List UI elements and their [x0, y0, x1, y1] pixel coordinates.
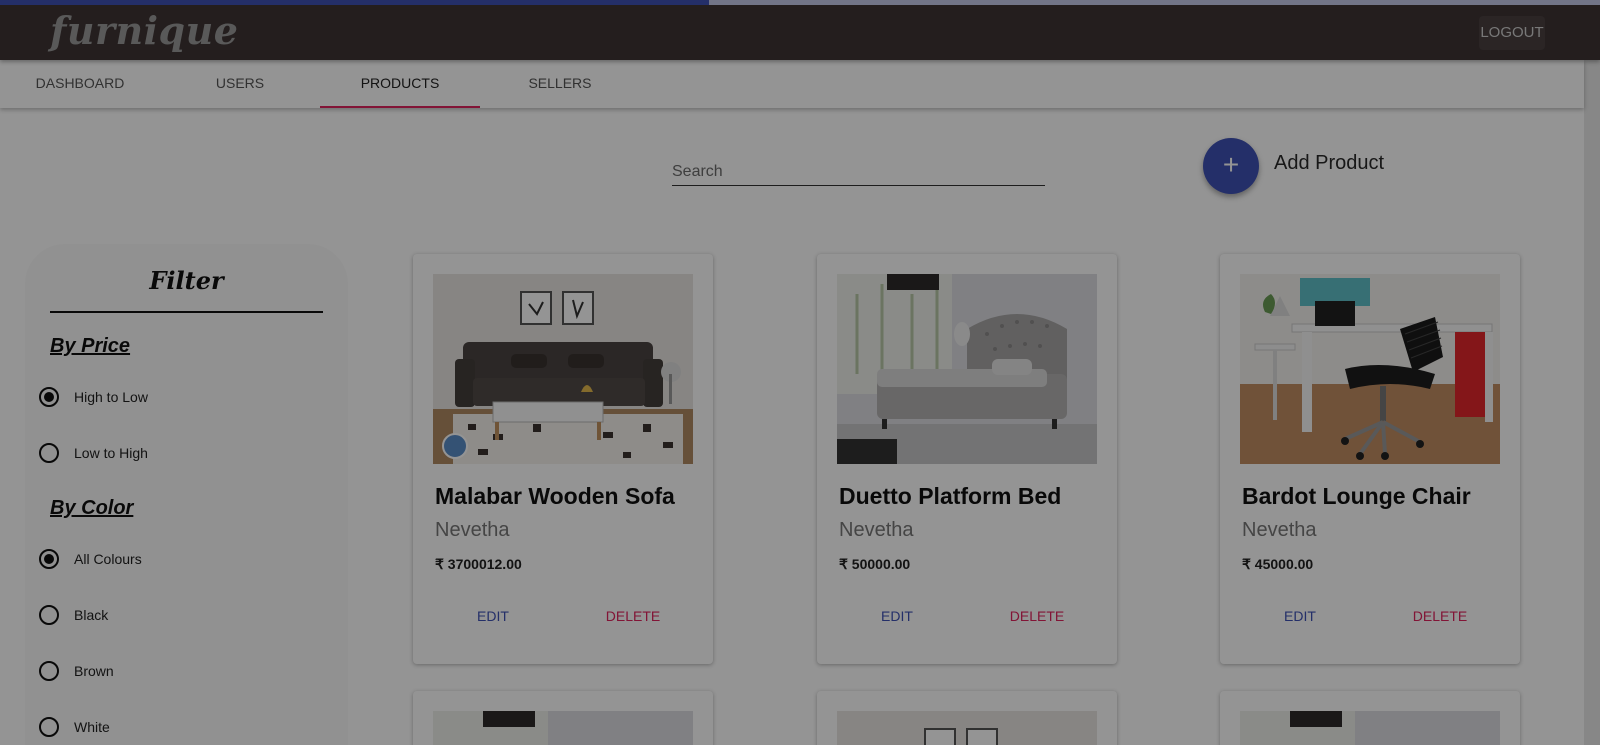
- modal-backdrop[interactable]: [0, 0, 1600, 745]
